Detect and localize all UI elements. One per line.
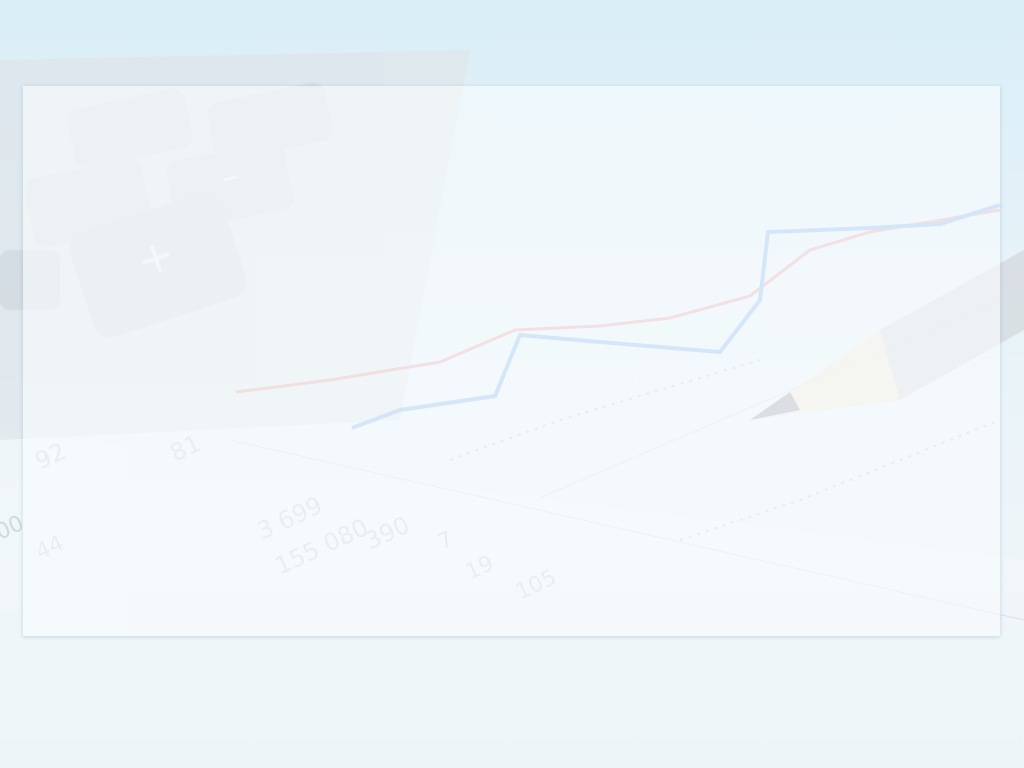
content-panel — [23, 86, 1000, 636]
